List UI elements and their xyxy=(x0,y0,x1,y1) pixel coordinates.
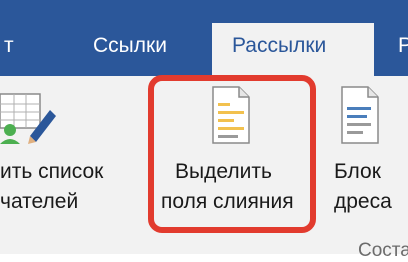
edit-recipient-list-icon xyxy=(0,93,56,144)
address-block-label-line2: дреса xyxy=(334,190,392,213)
tab-mailings-label: Рассылки xyxy=(232,34,327,57)
address-block-label-line1: Блок xyxy=(334,160,381,183)
tab-previous-partial[interactable]: т xyxy=(4,34,14,58)
edit-recipient-list-label-line1: ить список xyxy=(0,160,104,183)
tab-mailings[interactable]: Рассылки xyxy=(212,23,374,76)
edit-recipient-list-label-line2: чателей xyxy=(0,190,79,213)
ribbon-tab-bar: т Ссылки Рассылки Р xyxy=(0,0,408,76)
address-block-icon xyxy=(341,86,379,144)
tab-references[interactable]: Ссылки xyxy=(93,34,167,58)
ribbon-group-label: Соста xyxy=(358,240,408,261)
tab-next-partial[interactable]: Р xyxy=(398,34,408,58)
highlight-annotation-box xyxy=(148,75,316,233)
